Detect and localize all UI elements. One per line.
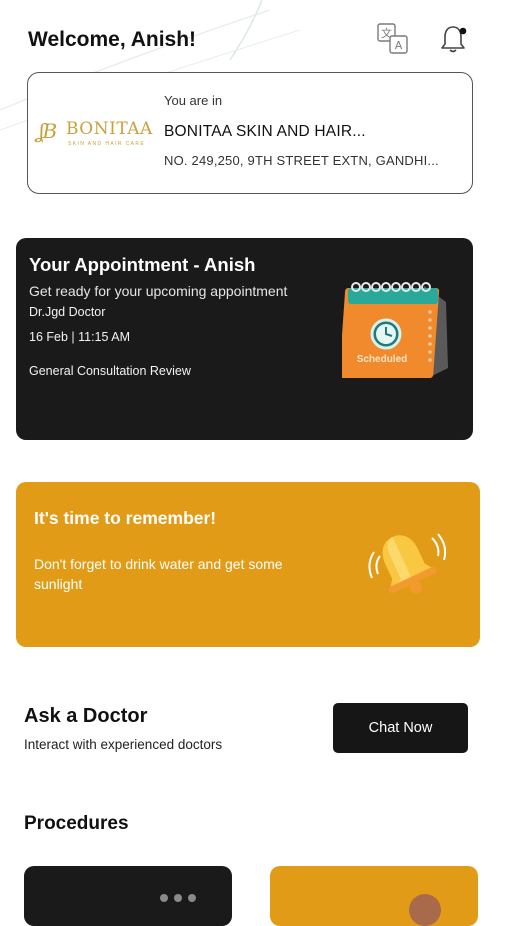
calendar-status-label: Scheduled [357, 354, 408, 365]
you-are-in-label: You are in [164, 93, 223, 108]
appointment-doctor: Dr.Jgd Doctor [29, 305, 106, 319]
clinic-name: BONITAA SKIN AND HAIR... [164, 123, 366, 140]
reminder-text: Don't forget to drink water and get some… [34, 556, 283, 592]
notifications-button[interactable] [436, 22, 470, 56]
translate-icon: 文 A [377, 23, 408, 54]
ask-doctor-title: Ask a Doctor [24, 705, 148, 727]
appointment-datetime: 16 Feb | 11:15 AM [29, 330, 130, 344]
svg-text:A: A [395, 39, 403, 52]
translate-button[interactable]: 文 A [376, 22, 410, 56]
welcome-title: Welcome, Anish! [28, 28, 197, 51]
appointment-subtitle: Get ready for your upcoming appointment [29, 283, 288, 299]
clinic-address: NO. 249,250, 9TH STREET EXTN, GANDHI... [164, 153, 439, 168]
clinic-logo: ʆB BONITAA SKIN AND HAIR CARE [38, 117, 156, 153]
appointment-card[interactable]: Your Appointment - Anish Get ready for y… [16, 238, 473, 440]
reminder-card: It's time to remember! Don't forget to d… [16, 482, 480, 647]
reminder-title: It's time to remember! [34, 508, 217, 528]
logo-name: BONITAA [66, 119, 153, 139]
ask-doctor-subtitle: Interact with experienced doctors [24, 737, 223, 752]
procedure-card[interactable] [24, 866, 232, 926]
appointment-title: Your Appointment - Anish [29, 254, 256, 275]
procedure-card[interactable] [270, 866, 478, 926]
bell-icon [441, 26, 467, 53]
procedure-illustration [409, 894, 441, 926]
ringing-bell-icon [368, 533, 447, 594]
logo-subtext: SKIN AND HAIR CARE [68, 141, 146, 147]
appointment-type: General Consultation Review [29, 364, 191, 378]
procedure-illustration [160, 894, 196, 902]
logo-mark: ʆB [38, 119, 57, 143]
calendar-icon: Scheduled [342, 282, 448, 378]
procedures-title: Procedures [24, 813, 129, 834]
chat-now-button[interactable]: Chat Now [333, 703, 468, 753]
clinic-card[interactable]: ʆB BONITAA SKIN AND HAIR CARE You are in… [27, 72, 473, 194]
